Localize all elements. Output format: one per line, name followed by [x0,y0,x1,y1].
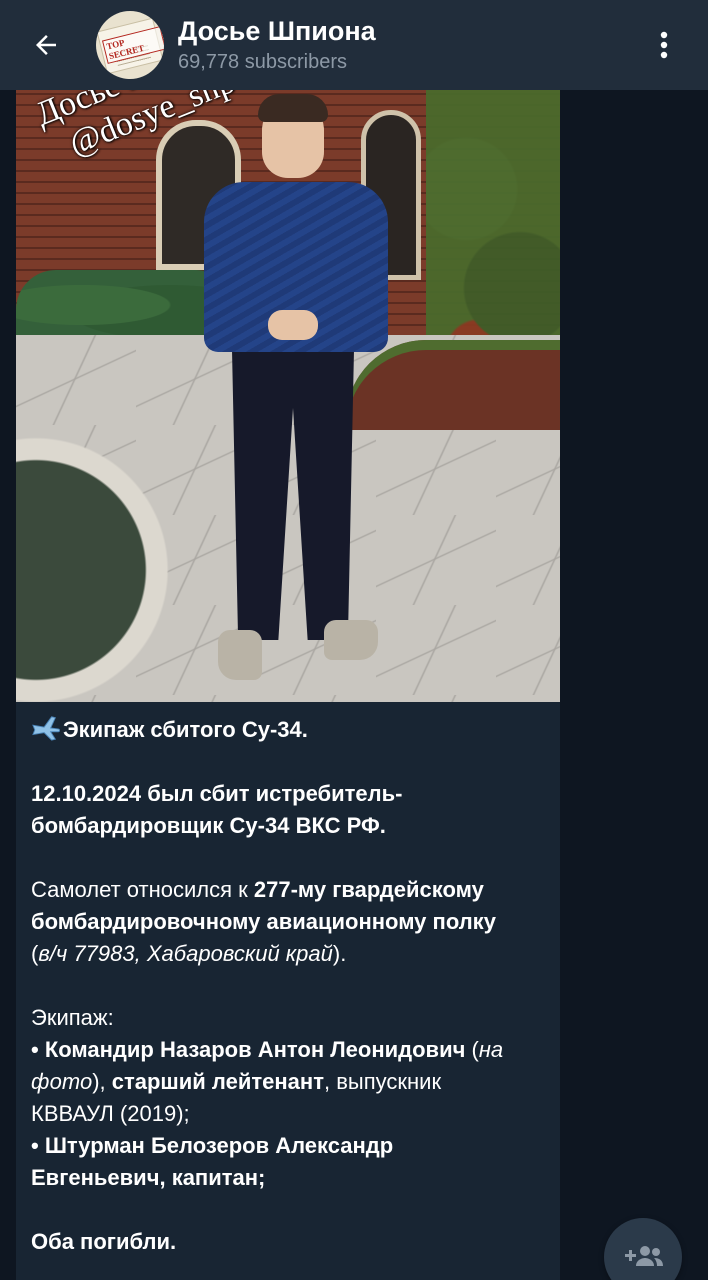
text: ), [92,1069,112,1094]
more-options-button[interactable] [644,25,684,65]
text: ). [332,941,347,966]
headline-text: Экипаж сбитого Су-34. [63,717,308,742]
message-bubble[interactable]: Досье Шп @dosye_shp Экипаж сбитого Су-34… [16,90,560,1280]
text-bold: 277-му гвардейскому [253,877,484,902]
text: Самолет относился к [31,877,254,902]
text-bold: бомбардировочному авиационному полку [31,909,496,934]
message-text: Экипаж сбитого Су-34. 12.10.2024 был сби… [16,702,560,1258]
hands [268,310,318,340]
message-photo[interactable]: Досье Шп @dosye_shp [16,90,560,702]
add-person-icon [625,1246,663,1266]
paragraph-crew: Экипаж: • Командир Назаров Антон Леонидо… [31,1002,544,1194]
person-figure [196,94,396,690]
shoe [324,620,378,660]
text-bold: Евгеньевич, капитан; [31,1165,266,1190]
telegram-channel-screen: TOP SECRET Досье Шпиона 69,778 subscribe… [0,0,708,1280]
back-button[interactable] [22,21,70,69]
text-bold: 12.10.2024 был сбит истребитель- [31,781,403,806]
paragraph-shootdown: 12.10.2024 был сбит истребитель- бомбард… [31,778,544,842]
text-bold: старший лейтенант [111,1069,324,1094]
text-italic: на [478,1037,504,1062]
channel-title-block[interactable]: Досье Шпиона 69,778 subscribers [178,15,376,75]
text: , выпускник [323,1069,442,1094]
text-bold: • Штурман Белозеров Александр [31,1133,394,1158]
text: КВВАУЛ (2019); [31,1101,190,1126]
message-list[interactable]: Досье Шп @dosye_shp Экипаж сбитого Су-34… [0,90,708,1280]
channel-name: Досье Шпиона [178,16,376,46]
text: Экипаж: [31,1005,114,1030]
message-headline: Экипаж сбитого Су-34. [31,714,544,746]
paragraph-regiment: Самолет относился к 277-му гвардейскому … [31,874,544,970]
shoe [218,630,262,680]
text-bold: Оба погибли. [31,1229,177,1254]
more-vertical-icon [660,31,668,59]
channel-avatar[interactable]: TOP SECRET [96,11,164,79]
pants [232,350,354,640]
hair [258,94,328,122]
airplane-icon [32,716,60,741]
text: ( [465,1037,479,1062]
text-italic: в/ч 77983, Хабаровский край [38,941,333,966]
paragraph-final: Оба погибли. [31,1226,544,1258]
chat-header: TOP SECRET Досье Шпиона 69,778 subscribe… [0,0,708,90]
subscriber-count: 69,778 subscribers [178,51,347,73]
arrow-left-icon [36,35,56,55]
text-bold: бомбардировщик Су-34 ВКС РФ. [31,813,386,838]
text-bold: • Командир Назаров Антон Леонидович [31,1037,466,1062]
text-italic: фото [31,1069,93,1094]
